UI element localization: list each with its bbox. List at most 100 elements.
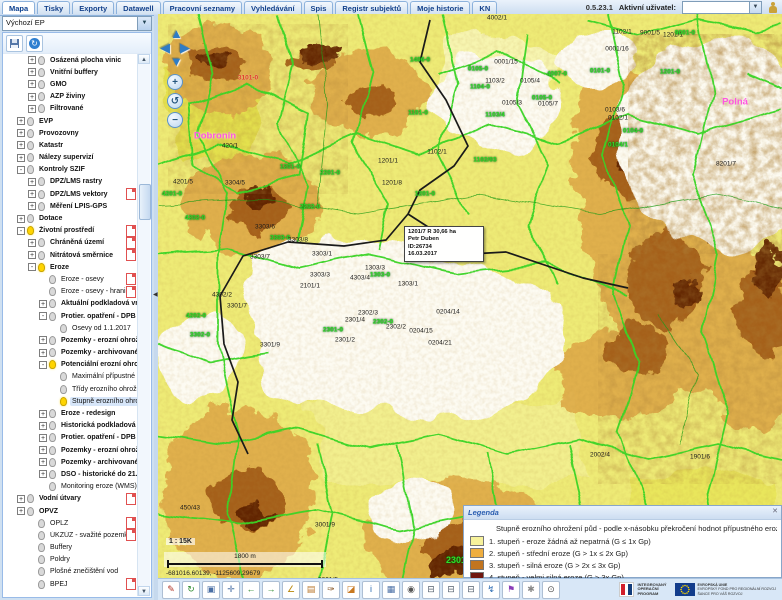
tree-item[interactable]: -Eroze [4,261,138,273]
layer-bulb-icon[interactable] [38,251,45,260]
layer-bulb-icon[interactable] [49,421,56,430]
tree-item-label[interactable]: Aktuální podkladová vr [59,299,138,308]
layer-bulb-icon[interactable] [27,494,34,503]
tree-expander-icon[interactable]: - [39,312,47,320]
tree-item-label[interactable]: Pozemky - archivované [59,458,138,467]
active-user-select[interactable]: ▼ [682,1,762,14]
map-nav-controls[interactable]: ▲ ◀ ▶ ▼ + ↺ − [160,28,194,140]
layer-bulb-icon[interactable] [49,275,56,284]
layer-legend-doc-icon[interactable] [126,188,136,200]
tree-item-label[interactable]: Stupně erozního ohrož [70,397,138,406]
refresh-button[interactable]: ↻ [26,35,43,52]
layer-bulb-icon[interactable] [38,531,45,540]
tree-expander-icon[interactable]: + [39,410,47,418]
tree-expander-icon[interactable]: + [28,190,36,198]
layer-bulb-icon[interactable] [49,360,56,369]
tree-item-label[interactable]: Životní prostředí [37,226,96,235]
tree-item-label[interactable]: Vodní útvary [37,494,83,503]
pan-left-icon[interactable]: ◀ [160,40,170,56]
tree-expander-icon[interactable]: - [28,263,36,271]
settings-tool-button[interactable]: ✱ [522,581,540,599]
visibility-tool-button[interactable]: ⊙ [542,581,560,599]
tree-item-label[interactable]: DPZ/LMS vektory [48,190,110,199]
tab-spis[interactable]: Spis [304,1,334,14]
layer-bulb-icon[interactable] [27,129,34,138]
layer-bulb-icon[interactable] [49,458,56,467]
tree-item[interactable]: Stupně erozního ohrož [4,395,138,407]
pan-back-tool-button[interactable]: ← [242,581,260,599]
tree-item-label[interactable]: Chráněná území [48,238,106,247]
tree-item[interactable]: +Měření LPIS-GPS [4,200,138,212]
tree-expander-icon[interactable]: + [28,105,36,113]
layer-legend-doc-icon[interactable] [126,225,136,237]
tree-item-label[interactable]: Měření LPIS-GPS [48,202,109,211]
layer-bulb-icon[interactable] [38,555,45,564]
scroll-down-icon[interactable]: ▼ [138,586,150,596]
layer-bulb-icon[interactable] [38,92,45,101]
tree-item[interactable]: +OPVZ [4,505,138,517]
tree-expander-icon[interactable]: + [39,422,47,430]
edit-tool-button[interactable]: ✎ [162,581,180,599]
tree-item-label[interactable]: Pozemky - erozní ohrož [59,336,138,345]
layer-bulb-icon[interactable] [27,214,34,223]
layer-bulb-icon[interactable] [27,153,34,162]
tree-item[interactable]: +Filtrované [4,103,138,115]
tree-expander-icon[interactable]: + [28,80,36,88]
layer-legend-doc-icon[interactable] [126,286,136,298]
tree-expander-icon[interactable]: + [17,495,25,503]
tree-item[interactable]: + DPZ/LMS vektory [4,188,138,200]
layer-bulb-icon[interactable] [38,80,45,89]
tree-expander-icon[interactable]: + [39,458,47,466]
tree-item-label[interactable]: AZP živiny [48,92,87,101]
tab-pracovn-seznamy[interactable]: Pracovní seznamy [163,1,242,14]
tree-expander-icon[interactable]: + [28,56,36,64]
tree-item[interactable]: +Provozovny [4,127,138,139]
tree-item[interactable]: + Nálezy supervizí [4,152,138,164]
tab-tisky[interactable]: Tisky [37,1,70,14]
layer-bulb-icon[interactable] [60,324,67,333]
tree-item-label[interactable]: Protier. opatření - DPB [59,433,138,442]
tab-mapa[interactable]: Mapa [2,1,35,14]
tree-item-label[interactable]: Kontroly SZIF [37,165,87,174]
layer-bulb-icon[interactable] [27,507,34,516]
info-tool-button[interactable]: i [362,581,380,599]
layer-bulb-icon[interactable] [49,312,56,321]
layer-bulb-icon[interactable] [60,372,67,381]
print-list-tool-button[interactable]: ⊟ [462,581,480,599]
tree-item-label[interactable]: BPEJ [48,580,70,589]
layer-bulb-icon[interactable] [49,433,56,442]
tree-item-label[interactable]: Nálezy supervizí [37,153,95,162]
tree-expander-icon[interactable]: - [17,166,25,174]
tree-expander-icon[interactable]: - [17,227,25,235]
chevron-down-icon[interactable]: ▼ [137,17,151,30]
tree-expander-icon[interactable]: + [17,141,25,149]
tree-item[interactable]: OPLZ [4,517,138,529]
tree-item-label[interactable]: Maximální přípustné ho [70,372,138,381]
tree-item-label[interactable]: Buffery [48,543,74,552]
tree-item[interactable]: +Pozemky - erozní ohrož [4,334,138,346]
tree-item-label[interactable]: Plošné znečištění vod [48,567,120,576]
recenter-icon[interactable]: ↺ [167,93,183,109]
layer-bulb-icon[interactable] [38,56,45,65]
image-tool-button[interactable]: ▦ [382,581,400,599]
camera-tool-button[interactable]: ◉ [402,581,420,599]
layer-legend-doc-icon[interactable] [126,249,136,261]
print-report-tool-button[interactable]: ⊟ [442,581,460,599]
layer-bulb-icon[interactable] [38,580,45,589]
book-tool-button[interactable]: ▤ [302,581,320,599]
pan-down-icon[interactable]: ▼ [170,54,183,69]
tree-item[interactable]: Monitoring eroze (WMS) [4,481,138,493]
layer-bulb-icon[interactable] [49,299,56,308]
tree-expander-icon[interactable]: + [39,349,47,357]
measure-tool-button[interactable]: ∠ [282,581,300,599]
tree-item[interactable]: Osevy od 1.1.2017 [4,322,138,334]
tree-item-label[interactable]: Osázená plocha vinic [48,56,123,65]
tree-item[interactable]: -Potenciální erozní ohro [4,359,138,371]
tree-expander-icon[interactable]: + [17,154,25,162]
layer-legend-doc-icon[interactable] [126,493,136,505]
tree-expander-icon[interactable]: + [39,300,47,308]
tree-expander-icon[interactable]: + [28,239,36,247]
layer-legend-doc-icon[interactable] [126,237,136,249]
tree-item[interactable]: +Vnitřní buffery [4,66,138,78]
layer-bulb-icon[interactable] [49,446,56,455]
